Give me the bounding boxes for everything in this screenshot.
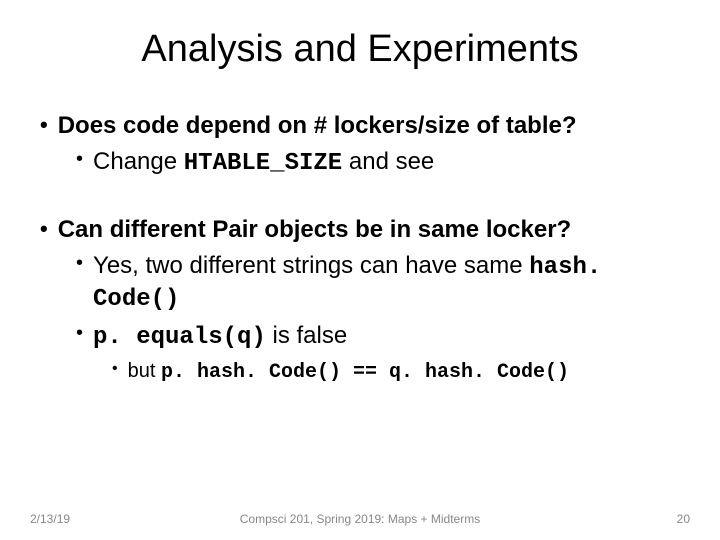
slide-footer: 2/13/19 Compsci 201, Spring 2019: Maps +… <box>0 512 720 526</box>
slide-title: Analysis and Experiments <box>30 28 690 71</box>
bullet-q2-sub3: • but p. hash. Code() == q. hash. Code() <box>112 359 690 385</box>
code-htablesize: HTABLE_SIZE <box>184 150 342 177</box>
code-pequalsq: p. equals(q) <box>93 324 266 351</box>
q2-text: Can different Pair objects be in same lo… <box>58 215 572 245</box>
bullet-q1: • Does code depend on # lockers/size of … <box>40 111 690 141</box>
q1-sub1-text: Change HTABLE_SIZE and see <box>93 147 434 179</box>
text-post: is false <box>266 322 347 349</box>
text-pre: Yes, two different strings can have same <box>93 252 529 279</box>
code-hash-eq: p. hash. Code() == q. hash. Code() <box>161 361 569 384</box>
bullet-q2-sub1: • Yes, two different strings can have sa… <box>76 251 690 315</box>
slide-body: • Does code depend on # lockers/size of … <box>30 111 690 385</box>
bullet-dot-icon: • <box>76 251 83 276</box>
bullet-dot-icon: • <box>76 147 83 172</box>
text-pre: but <box>128 360 161 382</box>
bullet-q2-sub2: • p. equals(q) is false <box>76 321 690 353</box>
q2-sub3-text: but p. hash. Code() == q. hash. Code() <box>128 359 569 385</box>
bullet-dot-icon: • <box>40 111 48 139</box>
bullet-dot-icon: • <box>40 215 48 243</box>
q1-text: Does code depend on # lockers/size of ta… <box>58 111 577 141</box>
q2-sub1-text: Yes, two different strings can have same… <box>93 251 690 315</box>
footer-date: 2/13/19 <box>30 512 90 526</box>
bullet-dot-icon: • <box>112 359 118 379</box>
bullet-dot-icon: • <box>76 321 83 346</box>
text-pre: Change <box>93 148 184 175</box>
bullet-q1-sub1: • Change HTABLE_SIZE and see <box>76 147 690 179</box>
footer-page-number: 20 <box>630 512 690 526</box>
text-post: and see <box>342 148 434 175</box>
q2-sub2-text: p. equals(q) is false <box>93 321 347 353</box>
slide: Analysis and Experiments • Does code dep… <box>0 0 720 540</box>
bullet-q2: • Can different Pair objects be in same … <box>40 215 690 245</box>
footer-course: Compsci 201, Spring 2019: Maps + Midterm… <box>90 512 630 526</box>
